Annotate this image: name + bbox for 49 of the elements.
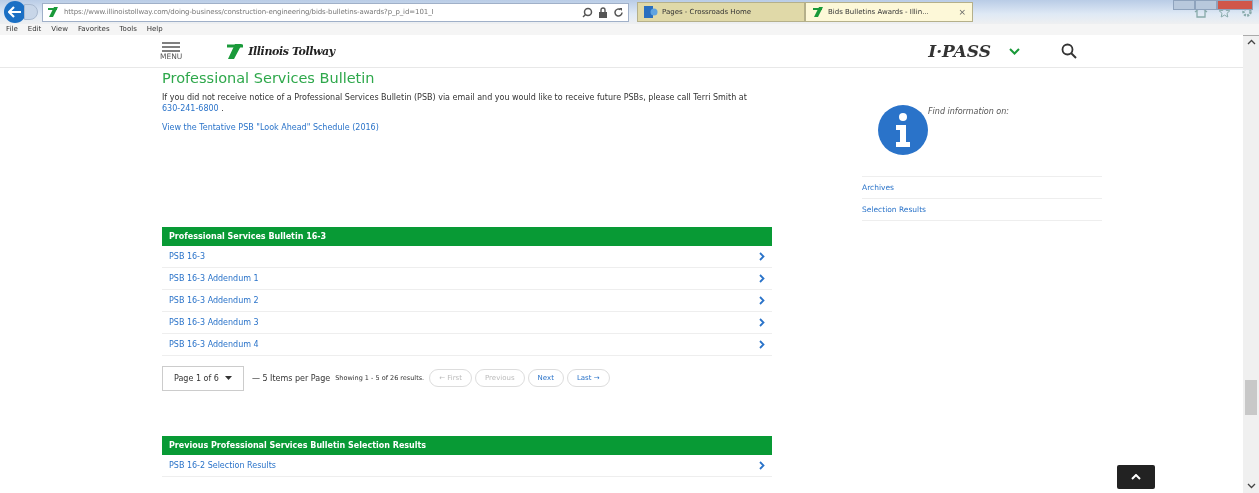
page-title: Professional Services Bulletin — [162, 70, 376, 86]
row-link[interactable]: PSB 16-2 Selection Results — [169, 461, 276, 470]
logo-icon — [47, 6, 59, 18]
list-row[interactable]: PSB 16-3 Addendum 2 — [162, 290, 772, 312]
chevron-right-icon — [759, 340, 765, 349]
tab-close-button[interactable]: × — [958, 7, 966, 17]
list-row[interactable]: PSB 16-3 — [162, 246, 772, 268]
logo-icon — [812, 6, 824, 18]
list-row[interactable]: PSB 16-3 Addendum 4 — [162, 334, 772, 356]
ipass-link[interactable]: I·PASS — [928, 41, 991, 61]
row-link[interactable]: PSB 16-3 Addendum 2 — [169, 296, 259, 305]
search-icon[interactable] — [1061, 43, 1077, 59]
table-header: Professional Services Bulletin 16-3 — [162, 227, 772, 246]
table-header: Previous Professional Services Bulletin Selection Results — [162, 436, 772, 455]
back-to-top-button[interactable] — [1117, 465, 1155, 489]
back-arrow-icon — [8, 6, 22, 18]
chevron-right-icon — [759, 318, 765, 327]
schedule-link[interactable]: View the Tentative PSB "Look Ahead" Schedule (2016) — [162, 123, 772, 132]
page-dropdown[interactable]: Page 1 of 6 — [162, 365, 244, 391]
row-link[interactable]: PSB 16-3 — [169, 252, 206, 261]
chevron-right-icon — [759, 252, 765, 261]
info-icon — [878, 105, 928, 155]
chevron-right-icon — [759, 461, 765, 470]
items-per-page[interactable]: — 5 Items per Page — [251, 373, 331, 383]
back-button[interactable] — [4, 1, 26, 23]
caret-icon — [224, 376, 232, 380]
phone-link[interactable]: 630-241-6800 — [162, 104, 219, 113]
scroll-up-icon[interactable] — [1246, 39, 1256, 45]
list-row[interactable]: PSB 16-3 Addendum 1 — [162, 268, 772, 290]
scroll-down-icon[interactable] — [1246, 483, 1256, 489]
sharepoint-icon — [644, 6, 658, 18]
intro-paragraph: If you did not receive notice of a Professional Services Bulletin (PSB) via email and you would like to receive future PSBs, please call Terri Smith at 630-241-6800 . — [162, 92, 748, 114]
chevron-right-icon — [759, 274, 765, 283]
chevron-up-icon — [1131, 474, 1141, 480]
list-row[interactable]: PSB 16-3 Addendum 3 — [162, 312, 772, 334]
sidebar-heading: Find information on: — [928, 107, 1010, 116]
row-link[interactable]: PSB 16-3 Addendum 4 — [169, 340, 259, 349]
row-link[interactable]: PSB 16-3 Addendum 1 — [169, 274, 259, 283]
row-link[interactable]: PSB 16-3 Addendum 3 — [169, 318, 259, 327]
search-icon[interactable] — [582, 6, 593, 18]
menu-icon — [162, 41, 181, 52]
scrollbar-thumb[interactable] — [1245, 380, 1257, 415]
lock-icon — [598, 6, 608, 18]
chevron-down-icon[interactable] — [1009, 47, 1020, 55]
site-logo[interactable]: Illinois Tollway — [225, 43, 335, 59]
chevron-right-icon — [759, 296, 765, 305]
list-row[interactable]: PSB 16-2 Selection Results — [162, 455, 772, 477]
refresh-icon[interactable] — [613, 6, 624, 18]
scrollbar[interactable] — [1243, 35, 1259, 493]
